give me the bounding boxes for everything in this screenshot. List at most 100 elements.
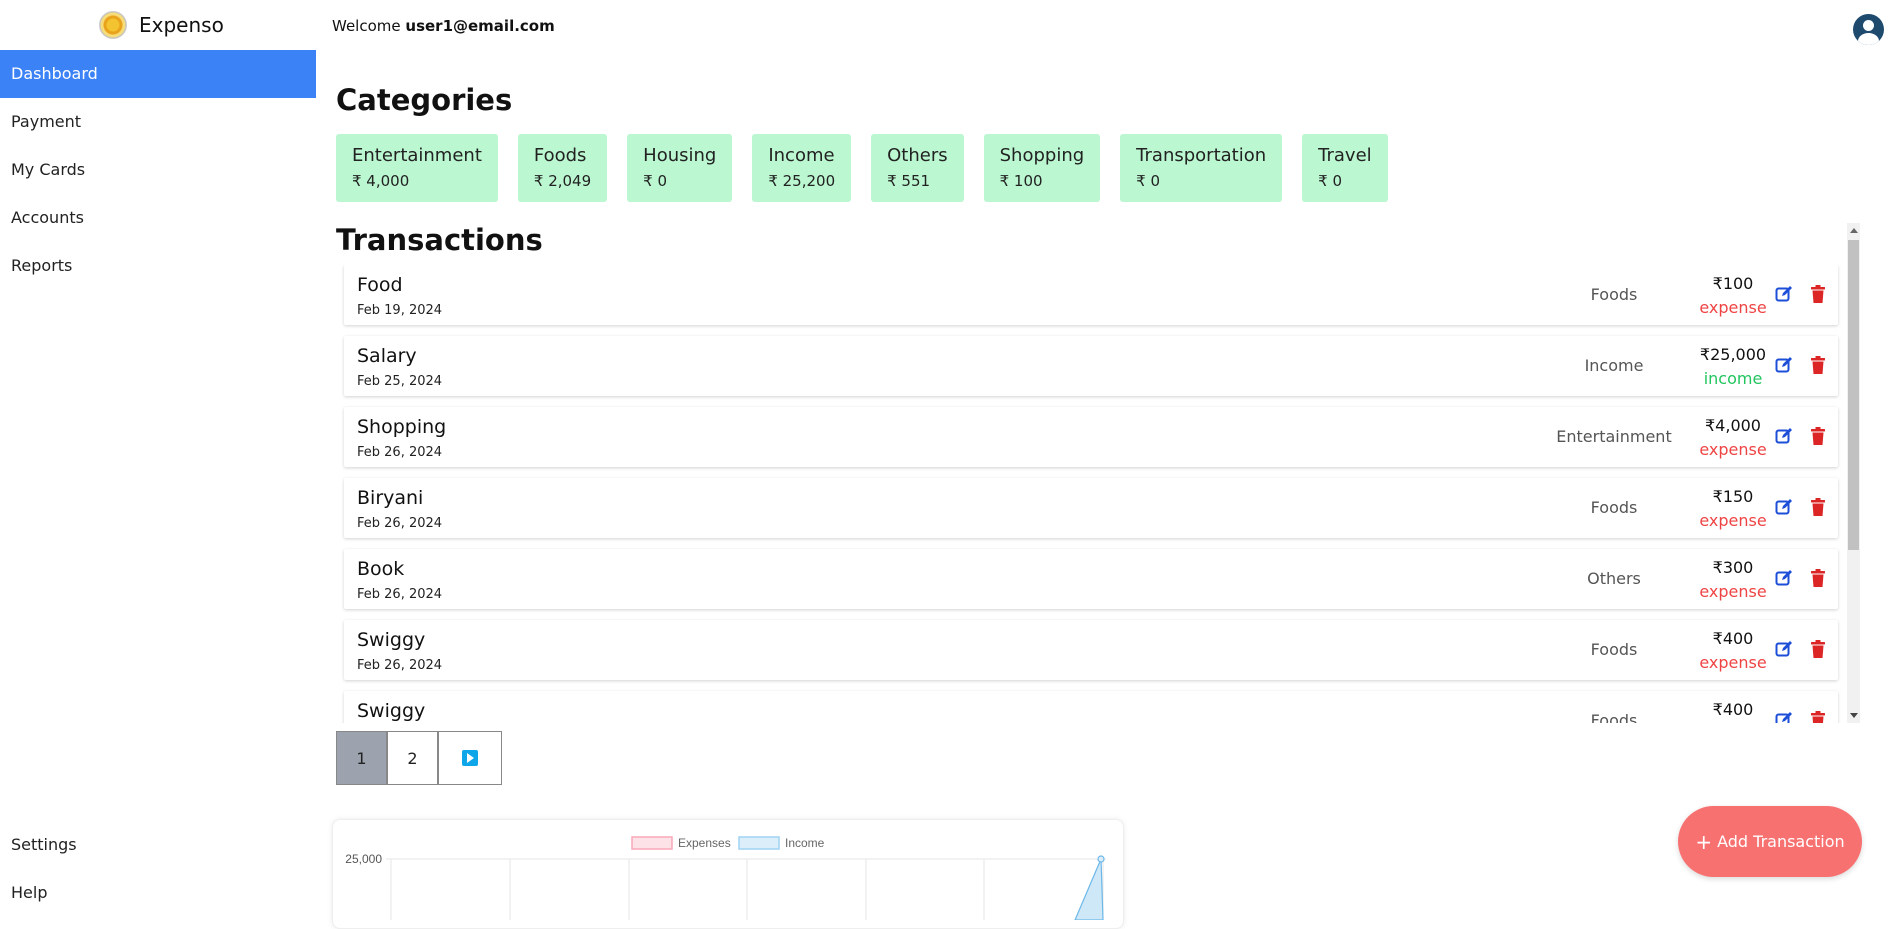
category-amount: ₹ 100 [999,172,1043,190]
category-amount: ₹ 0 [1136,172,1161,190]
category-name: Foods [533,145,587,166]
sidebar-item-payment[interactable]: Payment [0,98,316,146]
brand-logo-icon [99,11,127,39]
transaction-category: Foods [1590,498,1638,517]
scroll-up-arrow-icon[interactable] [1850,228,1858,233]
categories-list: Entertainment ₹ 4,000 Foods ₹ 2,049 Hous… [336,134,1388,202]
category-card-foods[interactable]: Foods ₹ 2,049 [517,134,608,202]
category-card-transportation[interactable]: Transportation ₹ 0 [1120,134,1283,202]
sidebar-item-accounts[interactable]: Accounts [0,194,316,242]
y-tick-label: 25,000 [345,852,382,866]
category-name: Housing [643,145,717,166]
edit-icon[interactable] [1775,285,1793,303]
edit-icon[interactable] [1775,427,1793,445]
category-amount: ₹ 0 [1318,172,1343,190]
category-amount: ₹ 4,000 [352,172,410,190]
edit-icon[interactable] [1775,711,1793,723]
transaction-title: Food [357,274,403,296]
legend-swatch-income [738,836,780,850]
transaction-amount: ₹4,000 [1705,416,1761,435]
category-card-others[interactable]: Others ₹ 551 [871,134,964,202]
income-area [1074,858,1104,920]
transaction-category: Foods [1590,711,1638,723]
sidebar-bottom-nav: Settings Help [0,821,316,917]
category-card-housing[interactable]: Housing ₹ 0 [627,134,733,202]
transactions-scrollbar[interactable] [1847,223,1860,723]
trash-icon[interactable] [1810,711,1826,723]
sidebar-item-help[interactable]: Help [0,869,316,917]
transactions-list[interactable]: Food Feb 19, 2024 Foods ₹100 expense Salary Fe… [336,265,1863,723]
avatar-body [1858,33,1879,45]
category-name: Transportation [1136,145,1267,166]
income-point[interactable] [1097,855,1105,863]
brand[interactable]: Expenso [99,11,224,39]
category-amount: ₹ 0 [643,172,668,190]
category-card-travel[interactable]: Travel ₹ 0 [1302,134,1388,202]
sidebar-item-reports[interactable]: Reports [0,242,316,290]
page-button-2[interactable]: 2 [387,731,438,785]
play-next-icon [462,750,478,766]
trash-icon[interactable] [1810,640,1826,658]
transaction-row[interactable]: Swiggy Feb 26, 2024 Foods ₹400 expense [344,620,1838,680]
category-card-entertainment[interactable]: Entertainment ₹ 4,000 [336,134,498,202]
pagination: 1 2 [336,731,502,785]
categories-title: Categories [336,83,513,117]
brand-name: Expenso [139,13,224,37]
transaction-row[interactable]: Salary Feb 25, 2024 Income ₹25,000 income [344,336,1838,396]
add-transaction-button[interactable]: + Add Transaction [1678,806,1862,877]
transaction-amount: ₹150 [1712,487,1754,506]
trash-icon[interactable] [1810,285,1826,303]
transaction-amount: ₹25,000 [1699,345,1767,364]
transaction-category: Others [1587,569,1641,588]
sidebar-item-dashboard[interactable]: Dashboard [0,50,316,98]
transaction-date: Feb 26, 2024 [357,658,443,673]
chart-svg: Expenses Income 25,000 [345,836,1106,920]
transaction-date: Feb 19, 2024 [357,303,443,318]
category-name: Others [887,145,948,166]
sidebar-item-settings[interactable]: Settings [0,821,316,869]
category-name: Entertainment [352,145,482,166]
sidebar-item-my-cards[interactable]: My Cards [0,146,316,194]
transaction-category: Income [1584,356,1644,375]
income-expense-chart: Expenses Income 25,000 [332,819,1124,929]
transaction-row[interactable]: Biryani Feb 26, 2024 Foods ₹150 expense [344,478,1838,538]
trash-icon[interactable] [1810,498,1826,516]
sidebar-nav: Dashboard Payment My Cards Accounts Repo… [0,50,316,290]
edit-icon[interactable] [1775,498,1793,516]
transaction-amount: ₹400 [1712,700,1754,719]
next-page-button[interactable] [438,731,502,785]
transaction-row[interactable]: Swiggy Foods ₹400 [344,691,1838,723]
transaction-row[interactable]: Book Feb 26, 2024 Others ₹300 expense [344,549,1838,609]
trash-icon[interactable] [1810,356,1826,374]
trash-icon[interactable] [1810,427,1826,445]
scroll-thumb[interactable] [1848,240,1859,550]
welcome-prefix: Welcome [332,17,406,35]
scroll-down-arrow-icon[interactable] [1850,713,1858,718]
transaction-row[interactable]: Shopping Feb 26, 2024 Entertainment ₹4,000 e… [344,407,1838,467]
transaction-date: Feb 26, 2024 [357,445,443,460]
profile-avatar-icon[interactable] [1853,14,1884,45]
legend-label-expenses: Expenses [678,836,731,850]
transaction-date: Feb 26, 2024 [357,516,443,531]
edit-icon[interactable] [1775,640,1793,658]
transaction-category: Foods [1590,285,1638,304]
transaction-row[interactable]: Food Feb 19, 2024 Foods ₹100 expense [344,265,1838,325]
edit-icon[interactable] [1775,569,1793,587]
trash-icon[interactable] [1810,569,1826,587]
transaction-type: expense [1699,298,1767,317]
transaction-title: Book [357,558,405,580]
category-name: Income [768,145,835,166]
category-card-shopping[interactable]: Shopping ₹ 100 [983,134,1101,202]
transaction-title: Biryani [357,487,424,509]
category-amount: ₹ 551 [887,172,931,190]
sidebar: Expenso Dashboard Payment My Cards Accou… [0,0,316,916]
transaction-title: Swiggy [357,700,426,722]
add-transaction-label: Add Transaction [1717,832,1845,851]
page-button-1[interactable]: 1 [336,731,387,785]
category-card-income[interactable]: Income ₹ 25,200 [752,134,852,202]
edit-icon[interactable] [1775,356,1793,374]
category-name: Shopping [999,145,1085,166]
transaction-amount: ₹300 [1712,558,1754,577]
transactions-title: Transactions [336,223,543,257]
user-email: user1@email.com [405,17,555,35]
